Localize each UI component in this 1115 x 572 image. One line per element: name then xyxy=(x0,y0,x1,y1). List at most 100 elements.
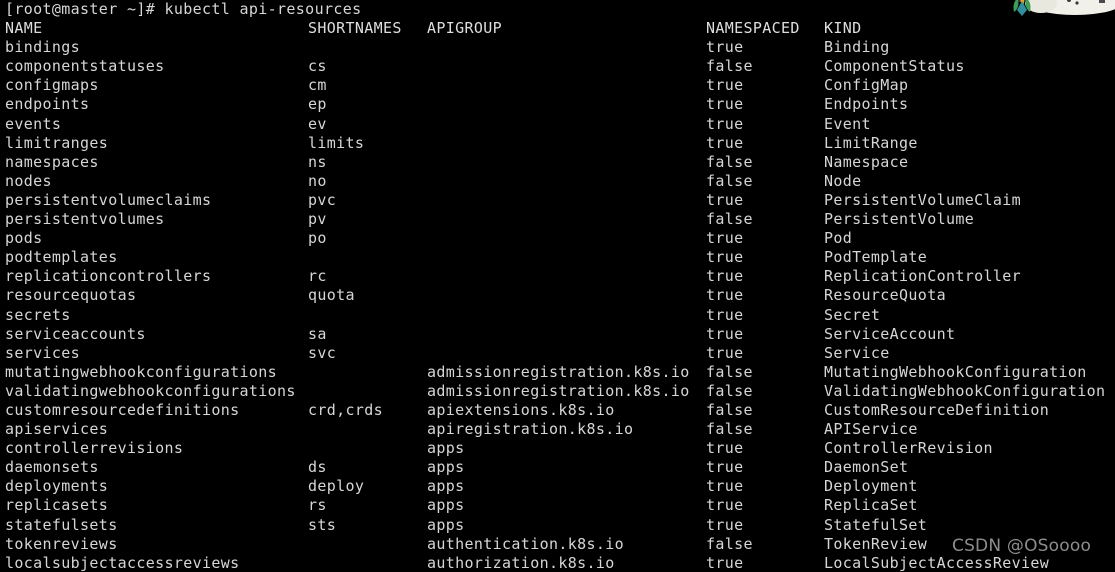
cell-namespaced: false xyxy=(706,400,753,419)
cell-namespaced: true xyxy=(706,515,744,534)
cell-namespaced: true xyxy=(706,458,744,477)
cell-shortnames: pvc xyxy=(308,190,337,209)
cell-apigroup: apps xyxy=(427,477,465,496)
cell-shortnames: ns xyxy=(308,152,327,171)
cell-name: mutatingwebhookconfigurations xyxy=(5,362,278,381)
cell-shortnames: po xyxy=(308,229,327,248)
cell-kind: ResourceQuota xyxy=(824,286,946,305)
table-row: controllerrevisions apps true ControllerRev… xyxy=(0,439,1115,458)
cell-name: daemonsets xyxy=(5,458,99,477)
cell-kind: ConfigMap xyxy=(824,76,909,95)
table-row: services svc true Service xyxy=(0,344,1115,363)
cell-name: replicasets xyxy=(5,496,109,515)
cell-shortnames: svc xyxy=(308,343,337,362)
cell-apigroup: apps xyxy=(427,515,465,534)
column-header-namespaced: NAMESPACED xyxy=(706,19,800,38)
table-row: deployments deploy apps true Deployment xyxy=(0,477,1115,496)
table-row: podtemplates true PodTemplate xyxy=(0,248,1115,267)
cell-name: componentstatuses xyxy=(5,57,165,76)
cell-name: deployments xyxy=(5,477,109,496)
column-header-name: NAME xyxy=(5,19,43,38)
cell-namespaced: true xyxy=(706,190,744,209)
column-header-kind: KIND xyxy=(824,19,862,38)
table-header-row: NAME SHORTNAMES APIGROUP NAMESPACED KIND xyxy=(0,19,1115,38)
table-row: persistentvolumes pv false PersistentVolume xyxy=(0,210,1115,229)
cell-kind: Deployment xyxy=(824,477,918,496)
cell-shortnames: sa xyxy=(308,324,327,343)
cell-kind: ReplicaSet xyxy=(824,496,918,515)
table-row: customresourcedefinitions crd,crds apiexte… xyxy=(0,401,1115,420)
cell-apigroup: authorization.k8s.io xyxy=(427,553,615,572)
cell-name: podtemplates xyxy=(5,248,118,267)
cell-kind: PodTemplate xyxy=(824,248,928,267)
cell-name: controllerrevisions xyxy=(5,439,184,458)
cell-kind: CustomResourceDefinition xyxy=(824,400,1050,419)
table-row: limitranges limits true LimitRange xyxy=(0,134,1115,153)
cell-kind: ReplicationController xyxy=(824,267,1021,286)
table-row: replicationcontrollers rc true ReplicationC… xyxy=(0,267,1115,286)
cell-kind: LimitRange xyxy=(824,133,918,152)
cell-name: tokenreviews xyxy=(5,534,118,553)
cell-name: persistentvolumeclaims xyxy=(5,190,212,209)
table-row: namespaces ns false Namespace xyxy=(0,153,1115,172)
cell-kind: ValidatingWebhookConfiguration xyxy=(824,381,1106,400)
cell-namespaced: true xyxy=(706,248,744,267)
cell-shortnames: quota xyxy=(308,286,355,305)
cell-shortnames: ds xyxy=(308,458,327,477)
cell-apigroup: apiextensions.k8s.io xyxy=(427,400,615,419)
cell-namespaced: false xyxy=(706,57,753,76)
cell-namespaced: true xyxy=(706,76,744,95)
cell-name: localsubjectaccessreviews xyxy=(5,553,240,572)
cell-namespaced: false xyxy=(706,381,753,400)
table-row: localsubjectaccessreviews authorization.k… xyxy=(0,554,1115,572)
table-row: daemonsets ds apps true DaemonSet xyxy=(0,458,1115,477)
command-prompt-line: [root@master ~]# kubectl api-resources xyxy=(5,0,362,18)
table-row: replicasets rs apps true ReplicaSet xyxy=(0,496,1115,515)
column-header-shortnames: SHORTNAMES xyxy=(308,19,402,38)
table-row: resourcequotas quota true ResourceQuota xyxy=(0,286,1115,305)
cell-kind: MutatingWebhookConfiguration xyxy=(824,362,1087,381)
cell-shortnames: ep xyxy=(308,95,327,114)
cell-kind: ControllerRevision xyxy=(824,439,993,458)
column-header-apigroup: APIGROUP xyxy=(427,19,503,38)
cell-namespaced: false xyxy=(706,420,753,439)
cell-kind: Endpoints xyxy=(824,95,909,114)
cell-apigroup: authentication.k8s.io xyxy=(427,534,624,553)
cell-name: persistentvolumes xyxy=(5,210,165,229)
cell-namespaced: true xyxy=(706,477,744,496)
cell-name: customresourcedefinitions xyxy=(5,400,240,419)
cell-shortnames: deploy xyxy=(308,477,365,496)
cell-name: apiservices xyxy=(5,420,109,439)
table-row: tokenreviews authentication.k8s.io false To… xyxy=(0,535,1115,554)
cell-kind: LocalSubjectAccessReview xyxy=(824,553,1050,572)
table-row: configmaps cm true ConfigMap xyxy=(0,76,1115,95)
cell-namespaced: false xyxy=(706,534,753,553)
cell-shortnames: crd,crds xyxy=(308,400,384,419)
cell-namespaced: true xyxy=(706,439,744,458)
cell-apigroup: apps xyxy=(427,496,465,515)
cell-shortnames: pv xyxy=(308,210,327,229)
cell-kind: PersistentVolumeClaim xyxy=(824,190,1021,209)
cell-shortnames: rc xyxy=(308,267,327,286)
table-row: serviceaccounts sa true ServiceAccount xyxy=(0,325,1115,344)
table-row: pods po true Pod xyxy=(0,229,1115,248)
cell-name: limitranges xyxy=(5,133,109,152)
cell-apigroup: apps xyxy=(427,439,465,458)
cell-name: resourcequotas xyxy=(5,286,137,305)
table-row: mutatingwebhookconfigurations admissionre… xyxy=(0,363,1115,382)
table-row: bindings true Binding xyxy=(0,38,1115,57)
cell-name: bindings xyxy=(5,38,81,57)
cell-name: pods xyxy=(5,229,43,248)
cell-namespaced: false xyxy=(706,362,753,381)
cell-name: services xyxy=(5,343,81,362)
terminal-window[interactable]: [root@master ~]# kubectl api-resources N… xyxy=(0,0,1115,572)
table-row: apiservices apiregistration.k8s.io false AP… xyxy=(0,420,1115,439)
cell-kind: Secret xyxy=(824,305,881,324)
cell-kind: Service xyxy=(824,343,890,362)
cell-kind: DaemonSet xyxy=(824,458,909,477)
cell-name: serviceaccounts xyxy=(5,324,146,343)
table-row: nodes no false Node xyxy=(0,172,1115,191)
cell-shortnames: ev xyxy=(308,114,327,133)
cell-namespaced: true xyxy=(706,114,744,133)
cell-kind: Pod xyxy=(824,229,853,248)
